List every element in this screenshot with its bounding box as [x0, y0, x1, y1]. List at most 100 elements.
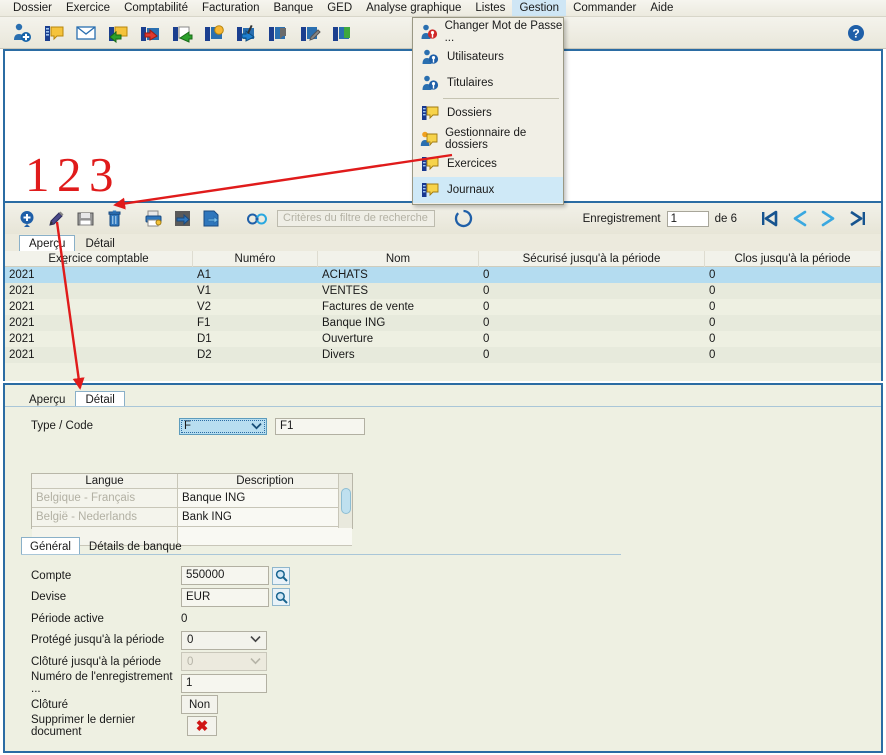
- delete-record-icon[interactable]: [100, 205, 129, 233]
- next-record-button[interactable]: [820, 210, 836, 227]
- menu-item-listes[interactable]: Listes: [468, 0, 512, 16]
- sub-tab-general[interactable]: Général: [21, 537, 80, 555]
- language-table-scrollbar[interactable]: [338, 474, 352, 528]
- gestion-dropdown-menu: Changer Mot de Passe ... Utilisateurs Titu…: [412, 17, 564, 205]
- table-row[interactable]: 2021 V1 VENTES 0 0: [5, 283, 881, 299]
- lang-cell-description[interactable]: Banque ING: [178, 489, 352, 507]
- previous-record-button[interactable]: [792, 210, 808, 227]
- detail-tab-apercu[interactable]: Aperçu: [19, 391, 75, 407]
- column-header-0[interactable]: Exercice comptable: [5, 251, 193, 267]
- sub-tab-underline: [21, 554, 621, 555]
- export-arrow-icon[interactable]: [197, 205, 226, 233]
- dropdown-item-exercices[interactable]: Exercices: [413, 152, 563, 178]
- lookup-magnifier-icon[interactable]: [272, 588, 290, 607]
- dropdown-item-gestionnaire-de-dossiers[interactable]: Gestionnaire de dossiers: [413, 126, 563, 152]
- menu-item-gestion[interactable]: Gestion: [512, 0, 567, 16]
- cloture-toggle-button[interactable]: Non: [181, 695, 219, 715]
- last-record-button[interactable]: [848, 210, 867, 227]
- field-input-5[interactable]: 1: [181, 673, 267, 693]
- field-row-6: Clôturé Non: [5, 694, 881, 716]
- sub-tab-details-de-banque[interactable]: Détails de banque: [80, 537, 191, 555]
- menu-item-aide[interactable]: Aide: [643, 0, 680, 16]
- lang-row[interactable]: Belgique - Français Banque ING: [32, 489, 352, 508]
- dropdown-item-journaux[interactable]: Journaux: [413, 177, 563, 203]
- lang-cell-description[interactable]: Bank ING: [178, 508, 352, 526]
- folder-blue-pin-icon[interactable]: [230, 18, 262, 48]
- folder-yellow-icon: [417, 104, 443, 122]
- search-input[interactable]: Critères du filtre de recherche: [277, 210, 435, 227]
- delete-last-document-button[interactable]: ✖: [187, 716, 217, 737]
- menu-item-exercice[interactable]: Exercice: [59, 0, 117, 16]
- folder-pencil-icon[interactable]: [294, 18, 326, 48]
- grid-tab-bar: Aperçu Détail: [3, 234, 883, 251]
- chevron-down-icon: [251, 422, 262, 430]
- table-row[interactable]: 2021 D2 Divers 0 0: [5, 347, 881, 363]
- dropdown-item-dossiers[interactable]: Dossiers: [413, 101, 563, 127]
- menu-item-analyse-graphique[interactable]: Analyse graphique: [359, 0, 468, 16]
- table-header-row: Exercice comptable Numéro Nom Sécurisé jusq…: [5, 251, 881, 267]
- table-row[interactable]: 2021 F1 Banque ING 0 0: [5, 315, 881, 331]
- dropdown-item-changer-mot-de-passe[interactable]: Changer Mot de Passe ...: [413, 19, 563, 45]
- binoculars-search-icon[interactable]: [242, 205, 271, 233]
- record-number-input[interactable]: 1: [666, 210, 709, 227]
- save-record-icon[interactable]: [71, 205, 100, 233]
- menu-item-commander[interactable]: Commander: [566, 0, 643, 16]
- column-header-1[interactable]: Numéro: [193, 251, 318, 267]
- cell-securise: 0: [483, 333, 490, 345]
- cell-exercice: 2021: [9, 317, 35, 329]
- code-input[interactable]: F1: [275, 417, 365, 435]
- table-row[interactable]: 2021 D1 Ouverture 0 0: [5, 331, 881, 347]
- type-select[interactable]: F: [179, 417, 267, 435]
- column-header-2[interactable]: Nom: [318, 251, 479, 267]
- column-header-4[interactable]: Clos jusqu'à la période: [705, 251, 881, 267]
- folder-green-page-icon[interactable]: [326, 18, 358, 48]
- detail-tab-bar: Aperçu Détail: [5, 390, 881, 407]
- help-icon[interactable]: ?: [840, 18, 872, 48]
- user-key-blue-icon: [417, 74, 443, 92]
- menu-item-label: GED: [327, 2, 353, 14]
- field-input-0[interactable]: 550000: [181, 566, 269, 586]
- field-input-1[interactable]: EUR: [181, 587, 269, 607]
- sort-ascending-icon: ▵: [63, 256, 68, 266]
- detail-sub-tab-bar: Général Détails de banque: [21, 537, 621, 555]
- grid-tab-detail[interactable]: Détail: [75, 235, 124, 251]
- add-contact-icon[interactable]: [6, 18, 38, 48]
- refresh-circle-icon[interactable]: [449, 205, 478, 233]
- folder-edit-green-arrow-icon[interactable]: [166, 18, 198, 48]
- type-code-row: Type / Code F F1: [5, 413, 881, 439]
- lang-row[interactable]: België - Nederlands Bank ING: [32, 508, 352, 527]
- folder-red-arrow-icon[interactable]: [134, 18, 166, 48]
- folder-grey-icon[interactable]: [262, 18, 294, 48]
- column-header-3[interactable]: Sécurisé jusqu'à la période: [479, 251, 705, 267]
- field-select-3[interactable]: 0: [181, 630, 267, 650]
- menu-item-dossier[interactable]: Dossier: [6, 0, 59, 16]
- menu-item-facturation[interactable]: Facturation: [195, 0, 267, 16]
- menu-item-banque[interactable]: Banque: [267, 0, 321, 16]
- menu-item-ged[interactable]: GED: [320, 0, 359, 16]
- table-row[interactable]: 2021 V2 Factures de vente 0 0: [5, 299, 881, 315]
- detail-tab-detail[interactable]: Détail: [75, 391, 125, 407]
- cell-clos: 0: [709, 349, 716, 361]
- field-label-2: Période active: [31, 612, 104, 625]
- menu-item-comptabilit-[interactable]: Comptabilité: [117, 0, 195, 16]
- edit-record-icon[interactable]: [42, 205, 71, 233]
- print-icon[interactable]: [139, 205, 168, 233]
- folder-green-arrow-icon[interactable]: [102, 18, 134, 48]
- scrollbar-thumb[interactable]: [341, 488, 351, 514]
- table-row[interactable]: 2021 A1 ACHATS 0 0: [5, 267, 881, 283]
- cell-nom: ACHATS: [322, 269, 368, 281]
- new-record-icon[interactable]: [13, 205, 42, 233]
- first-record-button[interactable]: [761, 210, 780, 227]
- folder-note-icon[interactable]: [38, 18, 70, 48]
- folder-clock-icon[interactable]: [198, 18, 230, 48]
- language-description-table: Langue Description Belgique - Français Ban…: [31, 473, 353, 546]
- dropdown-item-titulaires[interactable]: Titulaires: [413, 70, 563, 96]
- envelope-icon[interactable]: [70, 18, 102, 48]
- dropdown-item-utilisateurs[interactable]: Utilisateurs: [413, 45, 563, 71]
- cell-clos: 0: [709, 317, 716, 329]
- cell-clos: 0: [709, 285, 716, 297]
- import-arrow-icon[interactable]: [168, 205, 197, 233]
- grid-tab-apercu[interactable]: Aperçu: [19, 235, 76, 251]
- lookup-magnifier-icon[interactable]: [272, 566, 290, 585]
- record-toolbar: Critères du filtre de recherche Enregist…: [3, 203, 883, 234]
